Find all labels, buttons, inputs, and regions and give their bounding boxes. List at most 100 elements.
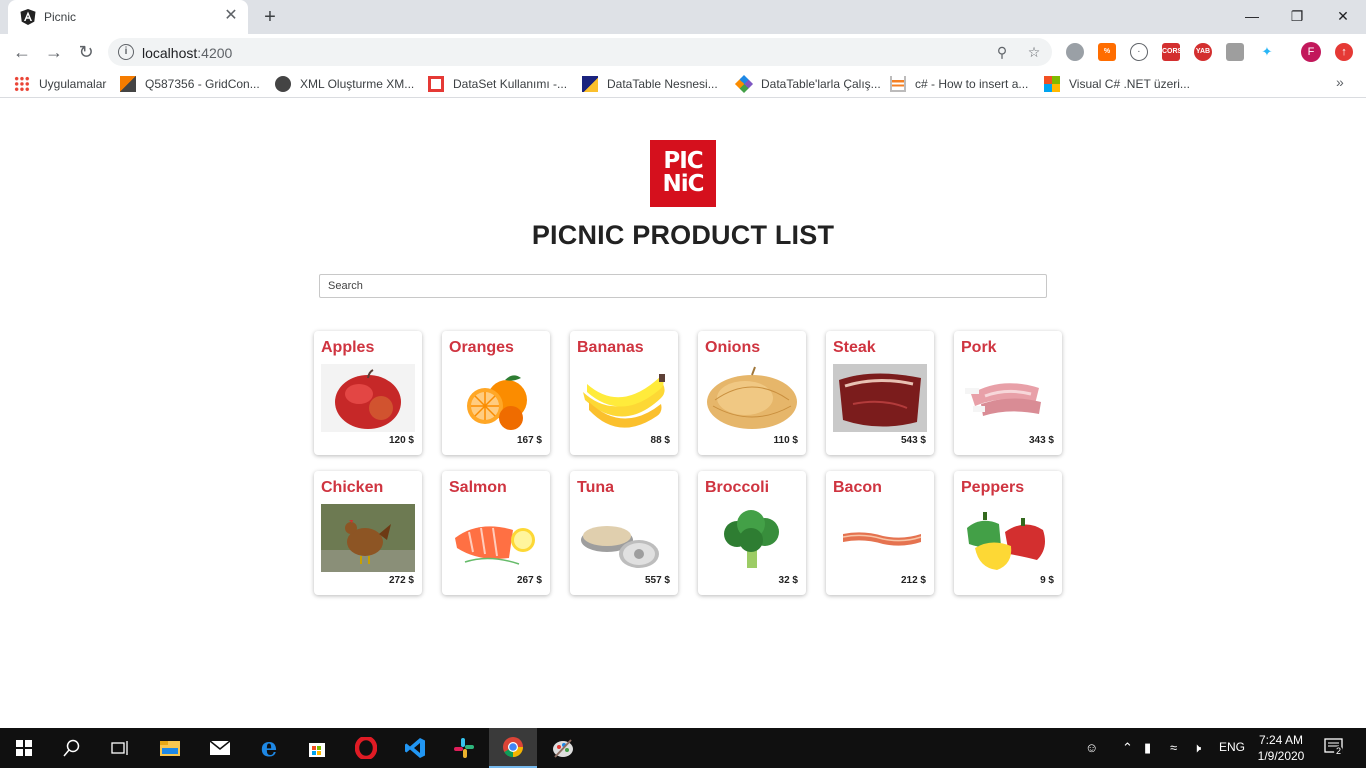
site-info-icon[interactable]: i — [118, 44, 134, 60]
windows-taskbar: e ☺ ⌃ ▮ ≈ 🕨 ENG 7:24 AM 1/9/2020 2 — [0, 728, 1366, 768]
back-button[interactable]: ← — [10, 40, 34, 64]
stackoverflow-icon — [890, 76, 906, 92]
minimize-button[interactable]: — — [1229, 4, 1275, 28]
onion-image — [705, 364, 799, 432]
bookmark-favicon-icon — [582, 76, 598, 92]
angular-icon — [20, 9, 36, 25]
tab-strip: Picnic ✕ + — ❐ ✕ — [0, 0, 1366, 34]
bookmark-star-icon[interactable]: ☆ — [1025, 43, 1043, 61]
product-card[interactable]: Pork 343 $ — [954, 331, 1062, 455]
extension-icon[interactable]: · — [1130, 43, 1148, 61]
extension-icon[interactable]: ✦ — [1258, 43, 1276, 61]
forward-button[interactable]: → — [42, 40, 66, 64]
product-price: 88 $ — [650, 435, 670, 446]
product-card[interactable]: Onions 110 $ — [698, 331, 806, 455]
profile-avatar[interactable]: F — [1301, 42, 1321, 62]
microsoft-icon — [1044, 76, 1060, 92]
product-price: 9 $ — [1040, 575, 1054, 586]
tuna-image — [577, 504, 671, 572]
product-card[interactable]: Oranges 167 $ — [442, 331, 550, 455]
orange-image — [449, 364, 543, 432]
bookmark-item[interactable]: c# - How to insert a... — [890, 76, 1028, 92]
broccoli-image — [705, 504, 799, 572]
product-price: 557 $ — [644, 575, 670, 586]
product-price: 32 $ — [778, 575, 798, 586]
store-button[interactable] — [293, 728, 341, 768]
product-card[interactable]: Tuna 557 $ — [570, 471, 678, 595]
new-tab-button[interactable]: + — [259, 6, 281, 28]
notifications-icon[interactable]: 2 — [1324, 738, 1344, 759]
opera-button[interactable] — [342, 728, 390, 768]
cors-extension-icon[interactable]: CORS — [1162, 43, 1182, 61]
chrome-icon — [503, 737, 523, 758]
extension-icon[interactable] — [1226, 43, 1244, 61]
task-view-button[interactable] — [96, 728, 144, 768]
opera-icon — [355, 737, 377, 759]
product-name: Chicken — [321, 479, 384, 496]
battery-icon[interactable]: ▮ — [1144, 740, 1151, 756]
wifi-icon[interactable]: ≈ — [1170, 740, 1177, 755]
show-hidden-icons[interactable]: ⌃ — [1122, 740, 1133, 756]
extension-icon[interactable]: % — [1098, 43, 1116, 61]
search-input[interactable] — [319, 274, 1047, 298]
notification-count: 2 — [1334, 746, 1344, 756]
steak-image — [833, 364, 927, 432]
bookmark-item[interactable]: Q587356 - GridCon... — [120, 76, 260, 92]
paint-button[interactable] — [539, 728, 587, 768]
bookmark-item[interactable]: Uygulamalar — [14, 76, 106, 92]
search-icon — [63, 739, 80, 757]
restore-button[interactable]: ❐ — [1274, 4, 1320, 28]
zoom-icon[interactable]: ⚲ — [993, 43, 1011, 61]
apple-image — [321, 364, 415, 432]
clock[interactable]: 7:24 AM 1/9/2020 — [1252, 732, 1310, 764]
file-explorer-button[interactable] — [146, 728, 194, 768]
product-card[interactable]: Steak 543 $ — [826, 331, 934, 455]
product-name: Peppers — [961, 479, 1025, 496]
bookmark-item[interactable]: DataTable Nesnesi... — [582, 76, 718, 92]
more-bookmarks-icon[interactable]: » — [1336, 74, 1344, 90]
bookmark-item[interactable]: DataSet Kullanımı -... — [428, 76, 567, 92]
chrome-button[interactable] — [489, 728, 537, 768]
product-grid: Apples 120 $ Oranges 167 $ Bananas 88 $ Onions… — [314, 331, 1066, 595]
reload-button[interactable]: ↻ — [74, 40, 98, 64]
product-card[interactable]: Chicken 272 $ — [314, 471, 422, 595]
language-indicator[interactable]: ENG — [1219, 740, 1245, 754]
product-price: 543 $ — [900, 435, 926, 446]
product-card[interactable]: Apples 120 $ — [314, 331, 422, 455]
product-card[interactable]: Bananas 88 $ — [570, 331, 678, 455]
bookmark-item[interactable]: Visual C# .NET üzeri... — [1044, 76, 1190, 92]
product-name: Tuna — [577, 479, 615, 496]
product-card[interactable]: Bacon 212 $ — [826, 471, 934, 595]
bookmark-item[interactable]: XML Oluşturme XM... — [275, 76, 414, 92]
vscode-button[interactable] — [391, 728, 439, 768]
edge-button[interactable]: e — [245, 728, 293, 768]
url-text[interactable]: localhost:4200 — [142, 45, 232, 61]
search-button[interactable] — [48, 728, 96, 768]
picnic-logo: PIC NiC — [650, 140, 716, 207]
address-bar[interactable]: i localhost:4200 ⚲ ☆ — [108, 38, 1052, 66]
bookmark-item[interactable]: DataTable'larla Çalış... — [734, 74, 881, 94]
edge-icon: e — [260, 733, 278, 763]
update-icon[interactable]: ↑ — [1335, 43, 1353, 61]
bookmark-favicon-icon — [734, 74, 754, 94]
product-card[interactable]: Peppers 9 $ — [954, 471, 1062, 595]
product-card[interactable]: Broccoli 32 $ — [698, 471, 806, 595]
vscode-icon — [405, 738, 425, 758]
paint-icon — [553, 739, 573, 758]
browser-tab[interactable]: Picnic ✕ — [8, 0, 248, 34]
tab-title: Picnic — [44, 10, 77, 24]
people-icon[interactable]: ☺ — [1085, 740, 1098, 755]
volume-icon[interactable]: 🕨 — [1193, 740, 1201, 756]
mail-button[interactable] — [196, 728, 244, 768]
chicken-image — [321, 504, 415, 572]
extension-icon[interactable]: YAB — [1194, 43, 1212, 61]
slack-button[interactable] — [440, 728, 488, 768]
folder-icon — [160, 741, 180, 756]
close-window-button[interactable]: ✕ — [1320, 4, 1366, 28]
start-button[interactable] — [0, 728, 48, 768]
product-card[interactable]: Salmon 267 $ — [442, 471, 550, 595]
close-tab-icon[interactable]: ✕ — [222, 7, 240, 25]
bookmark-favicon-icon — [428, 76, 444, 92]
globe-extension-icon[interactable] — [1066, 43, 1084, 61]
product-name: Broccoli — [705, 479, 770, 496]
